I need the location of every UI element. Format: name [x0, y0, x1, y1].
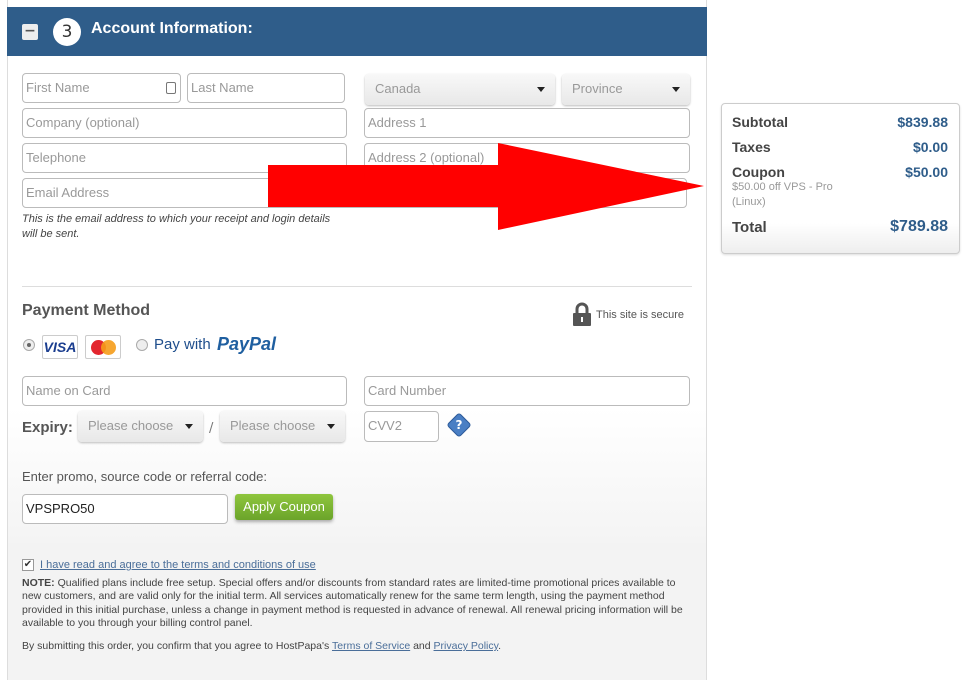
pay-with-label[interactable]: Pay with [154, 336, 211, 353]
chevron-down-icon [672, 87, 680, 92]
telephone-input[interactable]: Telephone [22, 143, 347, 173]
address2-input[interactable]: Address 2 (optional) [364, 143, 690, 173]
note-label: NOTE: [22, 577, 55, 589]
privacy-policy-link[interactable]: Privacy Policy [434, 640, 499, 652]
secure-text: This site is secure [596, 309, 685, 321]
step-number: 3 [53, 18, 81, 46]
promo-label: Enter promo, source code or referral cod… [22, 469, 267, 484]
first-name-input[interactable]: First Name [22, 73, 181, 103]
chevron-down-icon [185, 424, 193, 429]
first-name-placeholder: First Name [26, 80, 90, 95]
coupon-description: $50.00 off VPS - Pro (Linux) [732, 181, 833, 208]
subtotal-value: $839.88 [897, 114, 948, 130]
terms-link[interactable]: I have read and agree to the terms and c… [40, 559, 316, 571]
expiry-year-select[interactable]: Please choose [220, 411, 345, 442]
taxes-value: $0.00 [912, 139, 948, 155]
section-title: Account Information: [91, 20, 253, 37]
and-text: and [410, 640, 434, 652]
address1-input[interactable]: Address 1 [364, 108, 690, 138]
terms-checkbox[interactable]: ✔ [22, 559, 34, 571]
terms-of-service-link[interactable]: Terms of Service [332, 640, 410, 652]
last-name-input[interactable]: Last Name [187, 73, 345, 103]
promo-code-input[interactable]: VPSPRO50 [22, 494, 228, 524]
total-label: Total [732, 219, 767, 236]
chevron-down-icon [537, 87, 545, 92]
cvv-input[interactable]: CVV2 [364, 411, 439, 442]
country-value: Canada [375, 81, 421, 96]
email-input[interactable]: Email Address [22, 178, 687, 208]
total-value: $789.88 [890, 218, 948, 235]
coupon-value: $50.00 [905, 164, 948, 180]
order-summary: Subtotal $839.88 Taxes $0.00 Coupon $50.… [721, 103, 960, 254]
submit-prefix: By submitting this order, you confirm th… [22, 640, 332, 652]
lock-icon [573, 302, 591, 326]
divider [22, 286, 692, 287]
card-radio[interactable] [23, 339, 35, 351]
country-select[interactable]: Canada [365, 74, 555, 105]
subtotal-label: Subtotal [732, 114, 788, 130]
expiry-month-value: Please choose [88, 418, 174, 433]
email-note: This is the email address to which your … [22, 213, 331, 240]
card-number-input[interactable]: Card Number [364, 376, 690, 406]
expiry-label: Expiry: [22, 419, 73, 436]
submit-agreement: By submitting this order, you confirm th… [22, 640, 501, 652]
note-text: NOTE: Qualified plans include free setup… [22, 577, 692, 630]
contact-card-icon [166, 82, 176, 94]
help-icon[interactable]: ? [450, 416, 468, 434]
province-select[interactable]: Province [562, 74, 690, 105]
period: . [498, 640, 502, 652]
coupon-label: Coupon [732, 164, 785, 180]
visa-logo: VISA [42, 335, 78, 359]
company-input[interactable]: Company (optional) [22, 108, 347, 138]
province-value: Province [572, 81, 623, 96]
chevron-down-icon [327, 424, 335, 429]
expiry-separator: / [209, 421, 214, 436]
name-on-card-input[interactable]: Name on Card [22, 376, 347, 406]
apply-coupon-button[interactable]: Apply Coupon [235, 494, 333, 520]
taxes-label: Taxes [732, 139, 771, 155]
minus-icon[interactable]: − [22, 24, 38, 40]
expiry-month-select[interactable]: Please choose [78, 411, 203, 442]
payment-method-title: Payment Method [22, 302, 151, 319]
paypal-logo[interactable]: PayPal [217, 334, 276, 355]
paypal-radio[interactable] [136, 339, 148, 351]
expiry-year-value: Please choose [230, 418, 316, 433]
note-body: Qualified plans include free setup. Spec… [22, 577, 683, 629]
mastercard-logo [85, 335, 121, 359]
